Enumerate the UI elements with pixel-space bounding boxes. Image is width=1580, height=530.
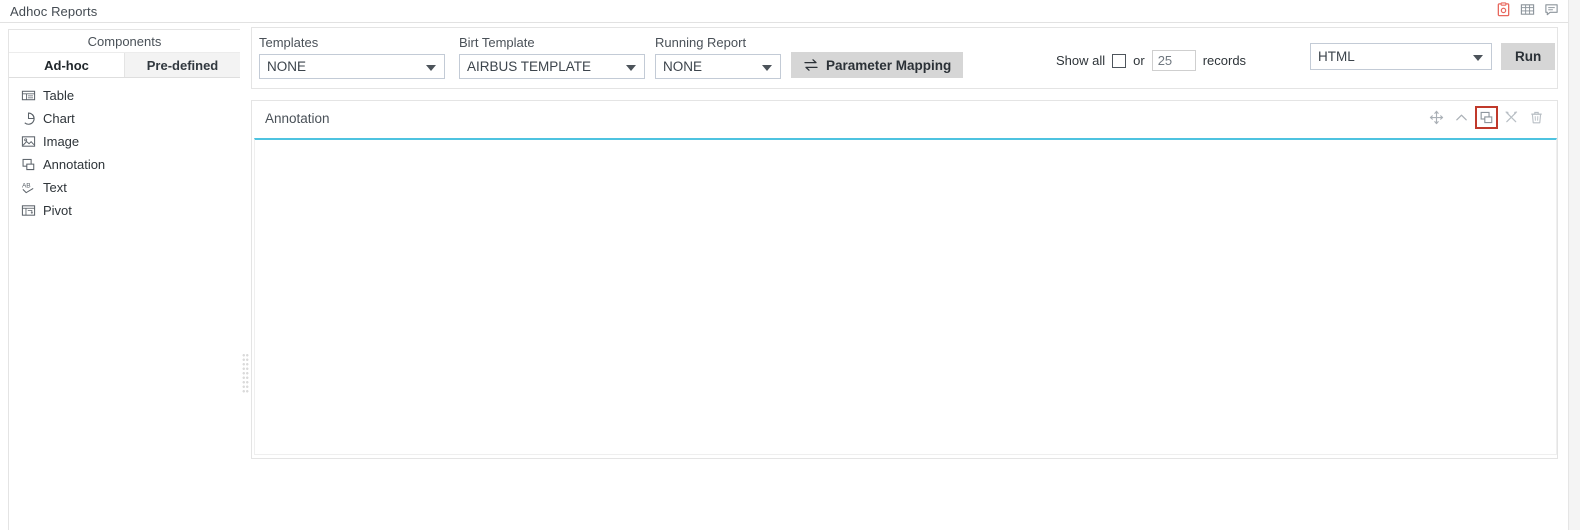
output-format-select[interactable]: HTML [1310, 43, 1492, 70]
run-button[interactable]: Run [1501, 43, 1556, 70]
show-all-checkbox[interactable] [1112, 53, 1127, 68]
chevron-down-icon [626, 64, 636, 71]
splitter-grip-icon [242, 353, 249, 393]
sidebar-item-annotation-label: Annotation [43, 157, 106, 172]
records-controls: Show all or records [1056, 50, 1246, 71]
image-icon [21, 136, 36, 147]
birt-template-select[interactable]: AIRBUS TEMPLATE [459, 54, 645, 79]
birt-template-value: AIRBUS TEMPLATE [467, 59, 592, 74]
sidebar-item-pivot[interactable]: Pivot [9, 199, 240, 222]
templates-value: NONE [267, 59, 307, 74]
titlebar-icon-group [1496, 2, 1559, 17]
components-list: Table Chart Image Annotation AB Text Piv… [9, 78, 240, 222]
save-report-icon-glyph [1497, 2, 1510, 17]
sidebar-item-image-label: Image [43, 134, 80, 149]
annotation-content-area[interactable] [254, 138, 1557, 455]
chevron-up-icon[interactable] [1453, 109, 1470, 126]
tab-ad-hoc-label: Ad-hoc [44, 57, 89, 73]
comment-icon-glyph [1545, 4, 1558, 16]
sidebar-item-text-label: Text [43, 180, 67, 195]
output-format-value: HTML [1318, 49, 1355, 64]
parameter-mapping-label: Parameter Mapping [826, 57, 952, 73]
annotation-panel-header: Annotation [252, 101, 1557, 138]
components-panel: Components Ad-hoc Pre-defined Table Char… [8, 29, 241, 530]
table-icon [21, 90, 36, 101]
sidebar-item-table-label: Table [43, 88, 75, 103]
chevron-down-icon [1473, 54, 1483, 61]
swap-arrows-icon [804, 59, 818, 71]
chevron-up-icon-glyph [1456, 114, 1467, 121]
running-report-value: NONE [663, 59, 703, 74]
components-tabs: Ad-hoc Pre-defined [9, 53, 240, 78]
sidebar-item-image[interactable]: Image [9, 130, 240, 153]
sidebar-item-chart[interactable]: Chart [9, 107, 240, 130]
adhoc-reports-window: Adhoc Reports Components Ad-hoc Pre-defi… [0, 0, 1580, 530]
settings-tools-icon[interactable] [1503, 109, 1520, 126]
save-report-icon[interactable] [1496, 2, 1511, 17]
pie-chart-icon [24, 112, 35, 125]
tab-pre-defined[interactable]: Pre-defined [125, 53, 240, 77]
records-label: records [1202, 53, 1247, 68]
page-title: Adhoc Reports [10, 4, 98, 19]
birt-template-group: Birt Template AIRBUS TEMPLATE [459, 35, 645, 79]
run-button-label: Run [1515, 49, 1542, 64]
or-label: or [1133, 53, 1145, 68]
running-report-group: Running Report NONE [655, 35, 781, 79]
annotation-edit-icon[interactable] [1475, 106, 1498, 129]
sidebar-item-text[interactable]: AB Text [9, 176, 240, 199]
panel-splitter[interactable] [240, 29, 251, 530]
annotation-panel-title: Annotation [265, 111, 330, 126]
tab-pre-defined-label: Pre-defined [146, 57, 219, 73]
settings-tools-icon-glyph [1505, 111, 1518, 123]
report-toolbar: Templates NONE Birt Template AIRBUS TEMP… [251, 27, 1558, 89]
annotation-panel: Annotation [251, 100, 1558, 459]
comment-icon[interactable] [1544, 2, 1559, 17]
sidebar-item-annotation[interactable]: Annotation [9, 153, 240, 176]
running-report-label: Running Report [655, 35, 747, 50]
birt-template-label: Birt Template [459, 35, 535, 50]
templates-select[interactable]: NONE [259, 54, 445, 79]
move-handle-icon-glyph [1429, 110, 1444, 125]
sidebar-item-table[interactable]: Table [9, 84, 240, 107]
tab-ad-hoc[interactable]: Ad-hoc [9, 53, 125, 77]
window-right-edge [1568, 0, 1580, 530]
sidebar-item-chart-label: Chart [43, 111, 75, 126]
chevron-down-icon [762, 64, 772, 71]
grid-table-icon-glyph [1520, 4, 1535, 15]
parameter-mapping-button[interactable]: Parameter Mapping [791, 52, 964, 78]
pivot-icon [21, 205, 36, 216]
records-input[interactable] [1151, 50, 1196, 71]
sidebar-item-pivot-label: Pivot [43, 203, 72, 218]
trash-icon[interactable] [1528, 109, 1545, 126]
templates-group: Templates NONE [259, 35, 445, 79]
chevron-down-icon [426, 64, 436, 71]
move-handle-icon[interactable] [1428, 109, 1445, 126]
grid-table-icon[interactable] [1520, 2, 1535, 17]
show-all-label: Show all [1056, 53, 1106, 68]
templates-label: Templates [259, 35, 319, 50]
trash-icon-glyph [1531, 111, 1542, 124]
text-ab-icon: AB [22, 183, 34, 194]
annotation-tool-group [1428, 106, 1545, 129]
annotation-icon [22, 158, 35, 171]
components-panel-header: Components [9, 30, 240, 53]
title-bar: Adhoc Reports [0, 0, 1570, 23]
running-report-select[interactable]: NONE [655, 54, 781, 79]
annotation-edit-icon-glyph [1480, 111, 1493, 124]
svg-text:AB: AB [22, 183, 31, 190]
